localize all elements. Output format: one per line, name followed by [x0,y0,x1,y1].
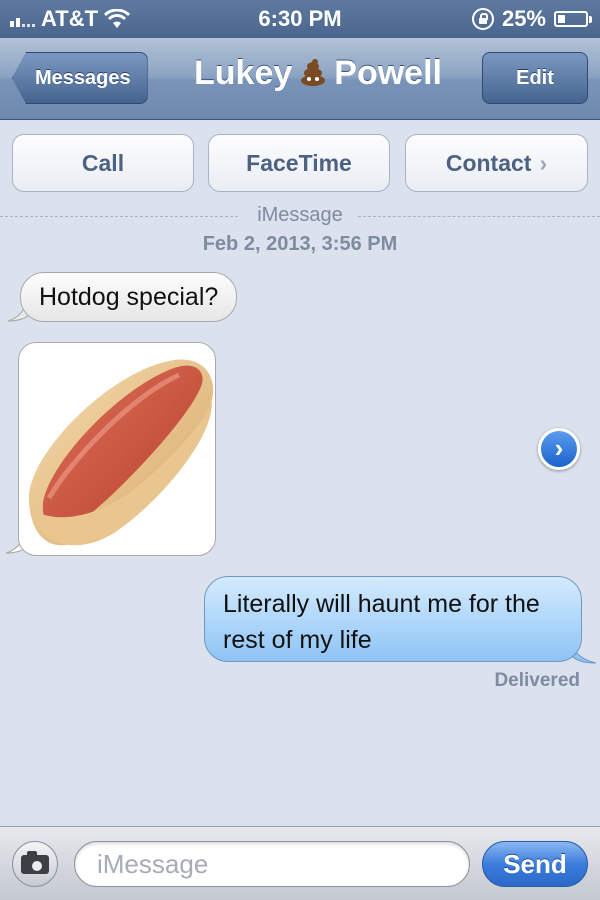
outgoing-message-bubble[interactable]: Literally will haunt me for the rest of … [204,576,582,662]
messages-back-button[interactable]: Messages [12,52,148,104]
chevron-right-circle-icon[interactable]: › [538,428,580,470]
divider-line-right [358,216,600,217]
rotation-lock-icon [471,8,494,30]
contact-first-name: Lukey [194,54,293,92]
chevron-right-icon: › [539,150,548,176]
battery-percent: 25% [501,6,546,31]
send-button[interactable]: Send [482,841,588,887]
conversation-title: Lukey Powell [168,54,468,93]
status-right: 25% [471,6,592,32]
message-timestamp: Feb 2, 2013, 3:56 PM [202,233,398,255]
contact-button[interactable]: Contact › [405,134,588,192]
message-input[interactable] [74,841,470,887]
contact-last-name: Powell [334,54,442,92]
hotdog-image [29,359,214,546]
pile-of-poo-icon [298,59,328,87]
incoming-message-bubble[interactable]: Hotdog special? [20,272,238,322]
battery-fill [558,15,565,23]
camera-button[interactable] [12,841,58,887]
compose-bar: Send [0,826,600,900]
call-button[interactable]: Call [12,134,194,192]
battery-icon [554,11,592,27]
camera-icon [21,851,49,874]
delivery-status: Delivered [494,670,580,691]
status-bar: AT&T 6:30 PM 25% [0,0,600,38]
edit-button[interactable]: Edit [482,52,588,104]
nav-bar: Messages Lukey Powell Edit [0,38,600,120]
facetime-button[interactable]: FaceTime [208,134,390,192]
image-message-bubble[interactable] [18,342,216,556]
service-divider: iMessage [0,204,600,228]
contact-button-label: Contact [445,150,532,176]
